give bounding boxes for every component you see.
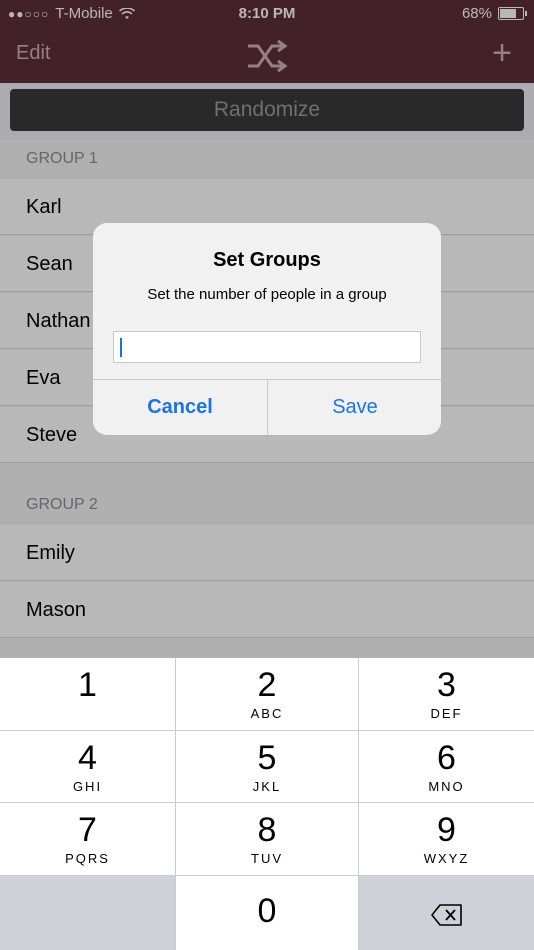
key-number: 9 (437, 811, 456, 849)
key-letters: MNO (428, 779, 465, 794)
alert-title: Set Groups (213, 249, 321, 271)
key-number: 5 (257, 739, 277, 777)
key-letters: GHI (72, 779, 103, 794)
numeric-keypad: 1 2 ABC 3 DEF 4 GHI 5 JKL 6 MNO 7 PQRS 8… (0, 658, 534, 950)
key-4[interactable]: 4 GHI (0, 731, 175, 802)
key-8[interactable]: 8 TUV (176, 803, 358, 875)
key-number: 2 (257, 666, 277, 704)
cancel-button[interactable]: Cancel (93, 380, 267, 435)
backspace-key[interactable] (359, 876, 534, 950)
key-letters: JKL (252, 779, 282, 794)
key-9[interactable]: 9 WXYZ (359, 803, 534, 875)
key-number: 7 (78, 811, 97, 849)
key-letters: ABC (250, 706, 284, 721)
key-number: 1 (78, 666, 97, 704)
key-letters: DEF (430, 706, 463, 721)
key-number: 4 (78, 739, 97, 777)
key-1[interactable]: 1 (0, 658, 175, 730)
group-size-input[interactable] (113, 331, 421, 363)
key-number: 3 (437, 666, 456, 704)
key-letters: WXYZ (423, 851, 470, 866)
key-letters: TUV (251, 851, 283, 866)
save-button[interactable]: Save (268, 380, 441, 435)
key-2[interactable]: 2 ABC (176, 658, 358, 730)
text-caret (120, 338, 122, 357)
key-number: 0 (257, 892, 277, 930)
set-groups-alert: Set Groups Set the number of people in a… (93, 223, 441, 435)
blank-key (0, 876, 175, 950)
key-number: 8 (257, 811, 277, 849)
alert-message: Set the number of people in a group (147, 286, 387, 303)
key-letters: PQRS (65, 851, 110, 866)
key-0[interactable]: 0 (176, 876, 358, 950)
key-number: 6 (437, 739, 456, 777)
key-6[interactable]: 6 MNO (359, 731, 534, 802)
key-5[interactable]: 5 JKL (176, 731, 358, 802)
backspace-icon (431, 904, 462, 926)
key-3[interactable]: 3 DEF (359, 658, 534, 730)
key-7[interactable]: 7 PQRS (0, 803, 175, 875)
